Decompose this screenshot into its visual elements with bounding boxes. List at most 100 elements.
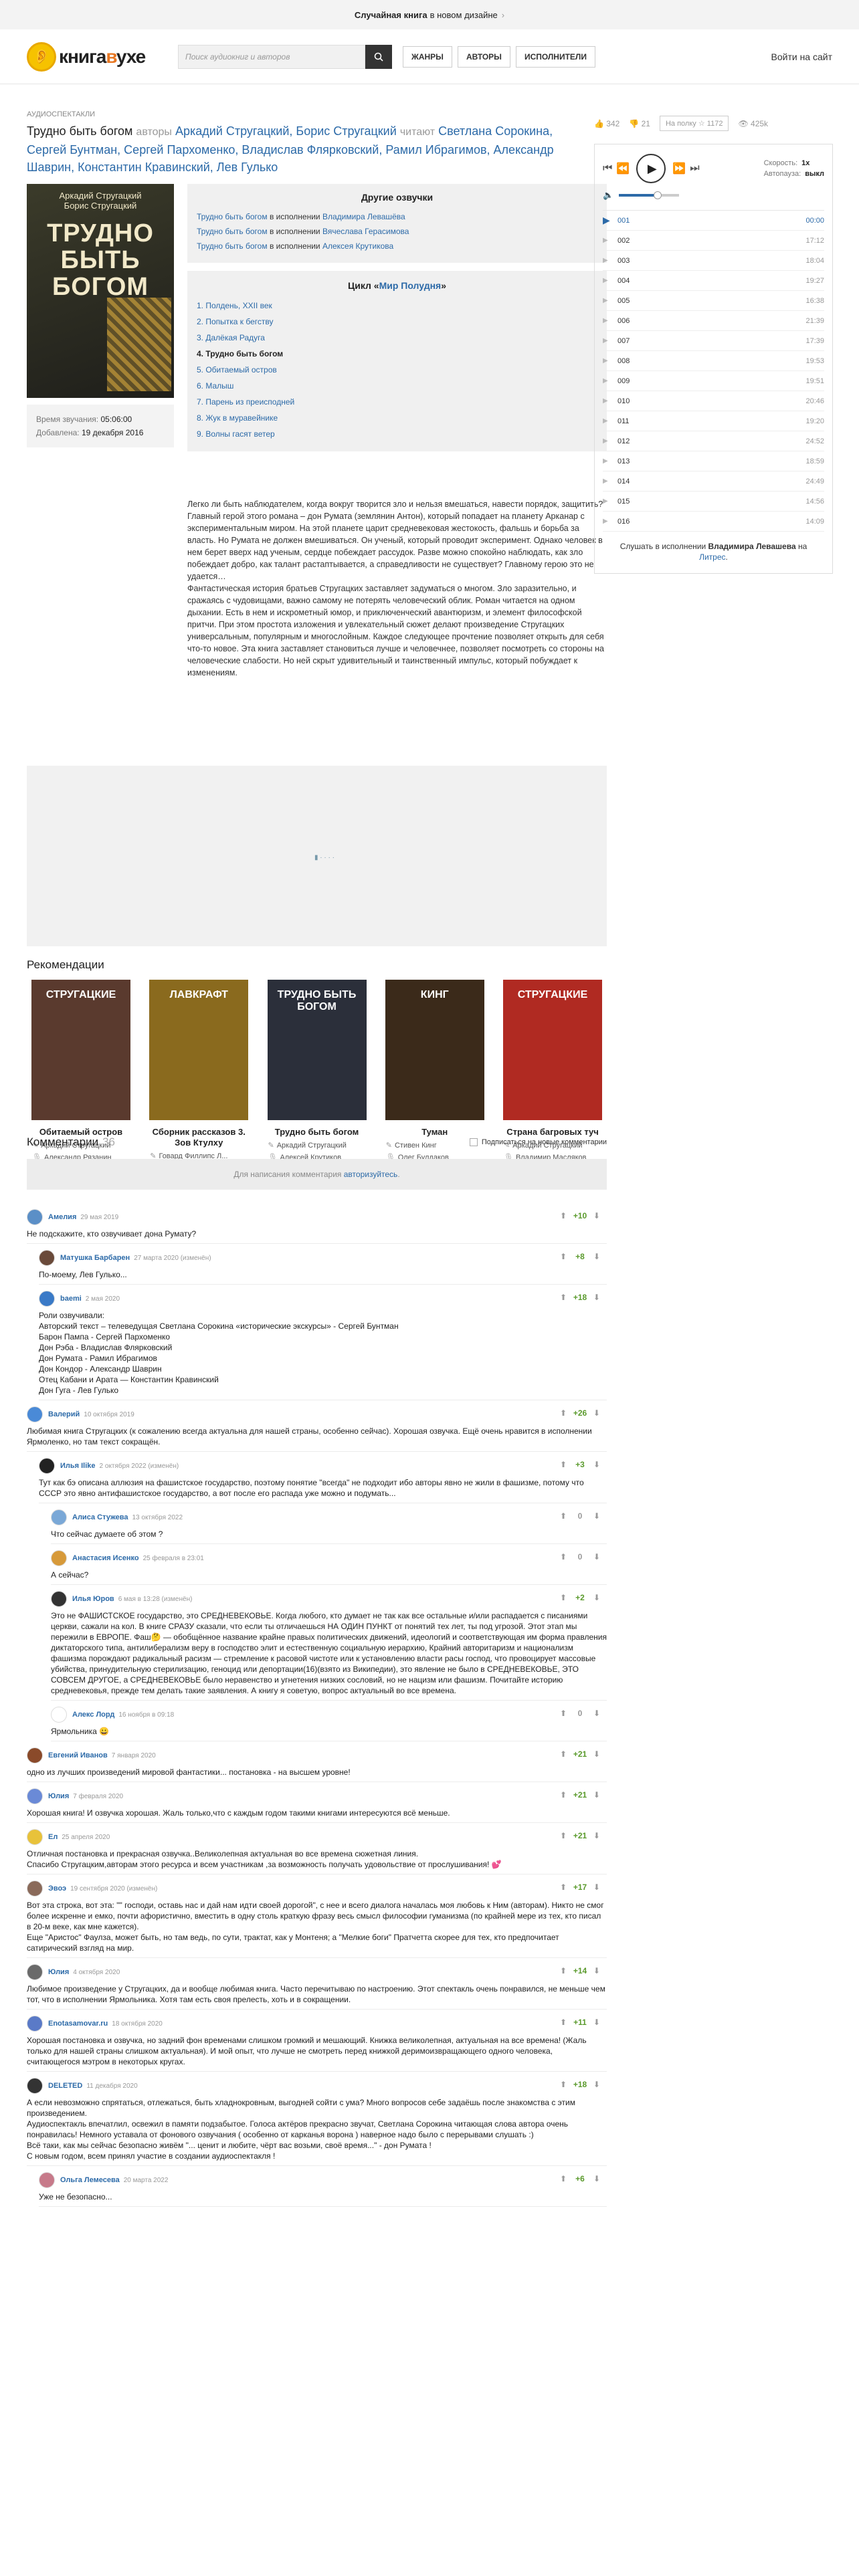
series-item[interactable]: 5. Обитаемый остров bbox=[187, 362, 607, 378]
voice-book-link[interactable]: Трудно быть богом bbox=[197, 212, 268, 221]
comment-author[interactable]: Илья Юров bbox=[72, 1595, 114, 1603]
series-item[interactable]: 1. Полдень, XXII век bbox=[187, 298, 607, 314]
avatar[interactable] bbox=[27, 1964, 43, 1980]
series-item[interactable]: 2. Попытка к бегству bbox=[187, 314, 607, 330]
avatar[interactable] bbox=[51, 1707, 67, 1723]
voice-item[interactable]: Трудно быть богом в исполнении Алексея К… bbox=[187, 239, 607, 253]
voice-reader-link[interactable]: Владимира Левашёва bbox=[322, 212, 405, 221]
comment-author[interactable]: Юлия bbox=[48, 1792, 69, 1800]
series-link[interactable]: Мир Полудня bbox=[379, 280, 442, 291]
avatar[interactable] bbox=[51, 1591, 67, 1607]
comment-author[interactable]: Ел bbox=[48, 1833, 58, 1841]
track-item[interactable]: ▶ 002 17:12 bbox=[603, 231, 824, 251]
avatar[interactable] bbox=[27, 1747, 43, 1763]
avatar[interactable] bbox=[27, 1788, 43, 1804]
play-button[interactable]: ▶ bbox=[636, 154, 666, 183]
search-input[interactable]: Поиск аудиокниг и авторов bbox=[178, 44, 365, 69]
vote-up-icon[interactable]: ⬆ bbox=[560, 1790, 567, 1800]
comment-author[interactable]: Евгений Иванов bbox=[48, 1751, 108, 1759]
avatar[interactable] bbox=[27, 1829, 43, 1845]
vote-down-icon[interactable]: ⬇ bbox=[593, 2018, 600, 2027]
promo-bar[interactable]: Случайная книга в новом дизайне › bbox=[0, 0, 859, 29]
vote-up-icon[interactable]: ⬆ bbox=[560, 1593, 567, 1602]
vote-down-icon[interactable]: ⬇ bbox=[593, 1831, 600, 1840]
vote-down-icon[interactable]: ⬇ bbox=[593, 2080, 600, 2089]
vote-up-icon[interactable]: ⬆ bbox=[560, 1749, 567, 1759]
volume-handle[interactable] bbox=[654, 191, 662, 199]
vote-up-icon[interactable]: ⬆ bbox=[560, 2080, 567, 2089]
track-item[interactable]: ▶ 006 21:39 bbox=[603, 311, 824, 331]
track-item[interactable]: ▶ 015 14:56 bbox=[603, 492, 824, 512]
volume-slider[interactable] bbox=[619, 191, 680, 199]
avatar[interactable] bbox=[39, 2172, 55, 2188]
avatar[interactable] bbox=[27, 2078, 43, 2094]
series-item[interactable]: 8. Жук в муравейнике bbox=[187, 410, 607, 426]
nav-genres[interactable]: ЖАНРЫ bbox=[403, 45, 452, 68]
vote-up-icon[interactable]: ⬆ bbox=[560, 2174, 567, 2183]
next-track-icon[interactable]: ⏭ bbox=[690, 163, 699, 175]
comment-author[interactable]: Enotasamovar.ru bbox=[48, 2020, 108, 2028]
rec-cover[interactable]: ТРУДНО БЫТЬ БОГОМ bbox=[267, 980, 367, 1120]
comment-author[interactable]: Алиса Стужева bbox=[72, 1513, 128, 1521]
avatar[interactable] bbox=[39, 1458, 55, 1474]
vote-down-icon[interactable]: ⬇ bbox=[593, 1790, 600, 1800]
vote-down-icon[interactable]: ⬇ bbox=[593, 1211, 600, 1220]
comment-author[interactable]: Матушка Барбарен bbox=[60, 1254, 130, 1262]
speed-control[interactable]: Скорость: 1x bbox=[764, 158, 824, 169]
voice-book-link[interactable]: Трудно быть богом bbox=[197, 241, 268, 251]
track-item[interactable]: ▶ 003 18:04 bbox=[603, 251, 824, 271]
voice-item[interactable]: Трудно быть богом в исполнении Владимира… bbox=[187, 209, 607, 224]
series-item[interactable]: 3. Далёкая Радуга bbox=[187, 330, 607, 346]
authors-links[interactable]: Аркадий Стругацкий, Борис Стругацкий bbox=[175, 124, 397, 138]
avatar[interactable] bbox=[39, 1291, 55, 1307]
vote-down-icon[interactable]: ⬇ bbox=[593, 1749, 600, 1759]
vote-up-icon[interactable]: ⬆ bbox=[560, 1252, 567, 1261]
vote-up-icon[interactable]: ⬆ bbox=[560, 1408, 567, 1418]
like-button[interactable]: 👍 342 bbox=[594, 119, 619, 128]
dislike-button[interactable]: 👎 21 bbox=[629, 119, 650, 128]
voice-reader-link[interactable]: Алексея Крутикова bbox=[322, 241, 393, 251]
track-item[interactable]: ▶ 005 16:38 bbox=[603, 291, 824, 311]
vote-down-icon[interactable]: ⬇ bbox=[593, 1408, 600, 1418]
avatar[interactable] bbox=[51, 1550, 67, 1566]
track-item[interactable]: ▶ 004 19:27 bbox=[603, 271, 824, 291]
comment-author[interactable]: Алекс Лорд bbox=[72, 1711, 114, 1719]
rec-cover[interactable]: ЛАВКРАФТ bbox=[149, 980, 249, 1120]
vote-down-icon[interactable]: ⬇ bbox=[593, 1293, 600, 1302]
avatar[interactable] bbox=[27, 1209, 43, 1225]
vote-down-icon[interactable]: ⬇ bbox=[593, 1883, 600, 1892]
authorize-link[interactable]: авторизуйтесь bbox=[344, 1170, 398, 1179]
track-item[interactable]: ▶ 012 24:52 bbox=[603, 431, 824, 451]
track-item[interactable]: ▶ 011 19:20 bbox=[603, 411, 824, 431]
comment-author[interactable]: Ольга Лемесева bbox=[60, 2176, 120, 2184]
nav-performers[interactable]: ИСПОЛНИТЕЛИ bbox=[515, 45, 595, 68]
track-item[interactable]: ▶ 014 24:49 bbox=[603, 471, 824, 492]
rec-cover[interactable]: СТРУГАЦКИЕ bbox=[31, 980, 130, 1120]
track-item[interactable]: ▶ 008 19:53 bbox=[603, 351, 824, 371]
vote-down-icon[interactable]: ⬇ bbox=[593, 1966, 600, 1975]
track-item[interactable]: ▶ 009 19:51 bbox=[603, 371, 824, 391]
comment-author[interactable]: Анастасия Исенко bbox=[72, 1554, 139, 1562]
rec-cover[interactable]: СТРУГАЦКИЕ bbox=[503, 980, 602, 1120]
avatar[interactable] bbox=[27, 2016, 43, 2032]
voice-item[interactable]: Трудно быть богом в исполнении Вячеслава… bbox=[187, 224, 607, 239]
track-item[interactable]: ▶ 001 00:00 bbox=[603, 211, 824, 231]
volume-control[interactable]: 🔈 bbox=[603, 190, 824, 201]
login-link[interactable]: Войти на сайт bbox=[771, 51, 833, 62]
vote-down-icon[interactable]: ⬇ bbox=[593, 1552, 600, 1562]
track-item[interactable]: ▶ 016 14:09 bbox=[603, 512, 824, 532]
shelf-button[interactable]: На полку ☆ 1172 bbox=[659, 116, 729, 131]
site-logo[interactable]: 👂 книгавухе bbox=[27, 41, 154, 72]
track-item[interactable]: ▶ 007 17:39 bbox=[603, 331, 824, 351]
vote-down-icon[interactable]: ⬇ bbox=[593, 1709, 600, 1718]
vote-down-icon[interactable]: ⬇ bbox=[593, 2174, 600, 2183]
comment-author[interactable]: DELETED bbox=[48, 2082, 82, 2090]
vote-up-icon[interactable]: ⬆ bbox=[560, 1460, 567, 1469]
track-item[interactable]: ▶ 013 18:59 bbox=[603, 451, 824, 471]
vote-up-icon[interactable]: ⬆ bbox=[560, 1552, 567, 1562]
vote-down-icon[interactable]: ⬇ bbox=[593, 1593, 600, 1602]
rewind-icon[interactable]: ⏪ bbox=[616, 162, 630, 175]
avatar[interactable] bbox=[27, 1406, 43, 1422]
vote-up-icon[interactable]: ⬆ bbox=[560, 1883, 567, 1892]
vote-down-icon[interactable]: ⬇ bbox=[593, 1252, 600, 1261]
